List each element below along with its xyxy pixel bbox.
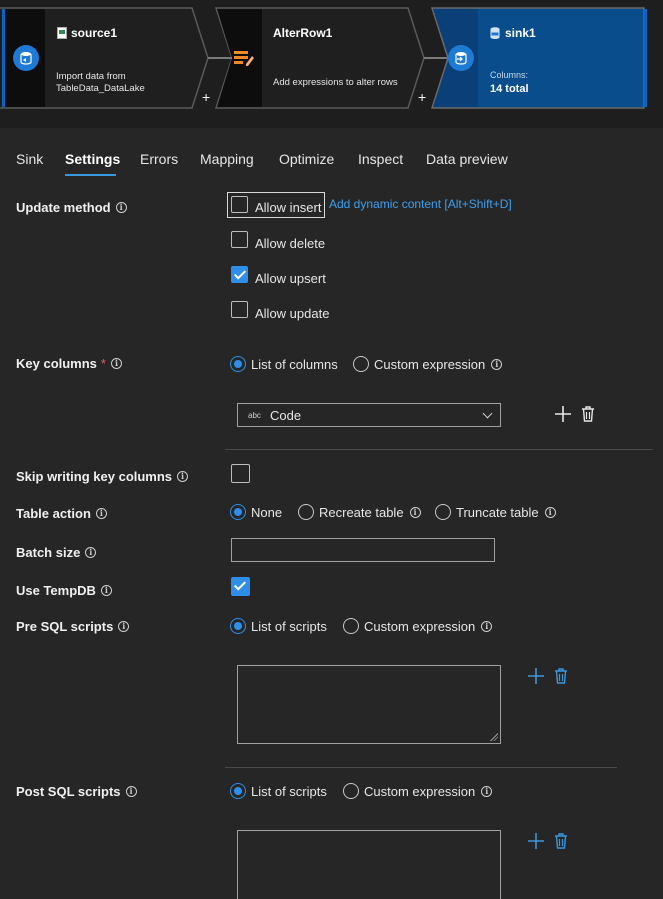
key-columns-list-label[interactable]: List of columns	[251, 357, 338, 372]
sink-db-icon	[448, 45, 474, 71]
chevron-down-icon	[482, 408, 493, 419]
key-columns-expression-label[interactable]: Custom expression i	[374, 357, 503, 372]
tab-errors[interactable]: Errors	[140, 151, 178, 167]
key-column-value: Code	[270, 408, 302, 423]
tab-mapping[interactable]: Mapping	[200, 151, 254, 167]
allow-update-label[interactable]: Allow update	[255, 306, 329, 321]
tab-settings[interactable]: Settings	[65, 151, 120, 167]
section-divider	[225, 449, 653, 450]
allow-delete-checkbox[interactable]	[231, 231, 248, 248]
delete-key-column-trash-icon[interactable]	[579, 405, 597, 423]
info-icon[interactable]: i	[110, 358, 122, 369]
sql-dataset-icon	[490, 27, 500, 39]
allow-insert-checkbox[interactable]	[231, 196, 248, 213]
resize-grip-icon[interactable]	[490, 733, 498, 741]
allow-delete-label[interactable]: Allow delete	[255, 236, 325, 251]
pre-sql-expression-radio[interactable]	[343, 618, 359, 634]
key-columns-list-radio[interactable]	[230, 356, 246, 372]
table-action-none-radio[interactable]	[230, 504, 246, 520]
post-sql-expression-radio[interactable]	[343, 783, 359, 799]
add-after-source-button[interactable]: +	[202, 89, 210, 105]
use-tempdb-label: Use TempDB i	[16, 583, 112, 598]
use-tempdb-checkbox[interactable]	[231, 577, 250, 596]
pre-sql-list-label[interactable]: List of scripts	[251, 619, 327, 634]
post-sql-expression-label[interactable]: Custom expression i	[364, 784, 493, 799]
info-icon[interactable]: i	[177, 471, 189, 482]
post-sql-list-label[interactable]: List of scripts	[251, 784, 327, 799]
info-icon[interactable]: i	[409, 507, 421, 518]
add-dynamic-content-link[interactable]: Add dynamic content [Alt+Shift+D]	[329, 197, 512, 211]
source-node-desc-1: Import data from	[56, 71, 126, 82]
add-key-column-plus-icon[interactable]	[554, 405, 572, 423]
key-column-dropdown[interactable]: abc Code	[237, 403, 501, 427]
source-db-icon	[13, 45, 39, 71]
delete-pre-sql-trash-icon[interactable]	[552, 667, 570, 685]
alterrow-node-title[interactable]: AlterRow1	[273, 26, 332, 40]
sink-node-title[interactable]: sink1	[505, 26, 536, 40]
sink-columns-label: Columns:	[490, 70, 529, 80]
section-divider	[225, 767, 617, 768]
allow-update-checkbox[interactable]	[231, 301, 248, 318]
pre-sql-expression-label[interactable]: Custom expression i	[364, 619, 493, 634]
key-columns-label: Key columns * i	[16, 356, 122, 371]
source-node-desc-2: TableData_DataLake	[56, 83, 145, 94]
allow-insert-label[interactable]: Allow insert	[255, 200, 321, 215]
table-action-none-label[interactable]: None	[251, 505, 282, 520]
key-columns-expression-radio[interactable]	[353, 356, 369, 372]
table-action-recreate-label[interactable]: Recreate table i	[319, 505, 421, 520]
skip-writing-key-columns-checkbox[interactable]	[231, 464, 250, 483]
info-icon[interactable]: i	[118, 621, 130, 632]
delete-post-sql-trash-icon[interactable]	[552, 832, 570, 850]
tab-optimize[interactable]: Optimize	[279, 151, 334, 167]
source-node-title[interactable]: source1	[71, 26, 117, 40]
info-icon[interactable]: i	[95, 508, 107, 519]
settings-tabs: Sink Settings Errors Mapping Optimize In…	[0, 138, 663, 178]
info-icon[interactable]: i	[125, 786, 137, 797]
allow-upsert-label[interactable]: Allow upsert	[255, 271, 326, 286]
required-mark: *	[100, 356, 106, 371]
tab-sink[interactable]: Sink	[16, 151, 43, 167]
table-action-truncate-radio[interactable]	[435, 504, 451, 520]
batch-size-label: Batch size i	[16, 545, 97, 560]
string-type-icon: abc	[248, 411, 261, 420]
source-dataset-icon	[57, 27, 67, 39]
update-method-label: Update method i	[16, 200, 127, 215]
batch-size-input[interactable]	[231, 538, 495, 562]
add-after-alterrow-button[interactable]: +	[418, 89, 426, 105]
info-icon[interactable]: i	[85, 547, 97, 558]
post-sql-list-radio[interactable]	[230, 783, 246, 799]
info-icon[interactable]: i	[491, 359, 503, 370]
table-action-recreate-radio[interactable]	[298, 504, 314, 520]
sink-columns-value: 14 total	[490, 83, 529, 95]
alterrow-node-desc: Add expressions to alter rows	[273, 77, 398, 88]
tab-data-preview[interactable]: Data preview	[426, 151, 508, 167]
tab-inspect[interactable]: Inspect	[358, 151, 403, 167]
info-icon[interactable]: i	[481, 786, 493, 797]
pre-sql-script-textarea[interactable]	[237, 665, 501, 744]
pre-sql-scripts-label: Pre SQL scripts i	[16, 619, 130, 634]
active-tab-indicator	[65, 174, 116, 176]
alter-row-icon	[231, 45, 257, 71]
add-post-sql-plus-icon[interactable]	[527, 832, 545, 850]
info-icon[interactable]: i	[100, 585, 112, 596]
info-icon[interactable]: i	[115, 202, 127, 213]
pre-sql-list-radio[interactable]	[230, 618, 246, 634]
dataflow-canvas: source1 Import data from TableData_DataL…	[0, 0, 663, 128]
table-action-label: Table action i	[16, 506, 107, 521]
node-shapes	[0, 7, 647, 109]
post-sql-scripts-label: Post SQL scripts i	[16, 784, 137, 799]
add-pre-sql-plus-icon[interactable]	[527, 667, 545, 685]
info-icon[interactable]: i	[481, 621, 493, 632]
info-icon[interactable]: i	[544, 507, 556, 518]
allow-upsert-checkbox[interactable]	[231, 266, 248, 283]
post-sql-script-textarea[interactable]	[237, 830, 501, 899]
skip-writing-key-columns-label: Skip writing key columns i	[16, 469, 189, 484]
table-action-truncate-label[interactable]: Truncate table i	[456, 505, 556, 520]
